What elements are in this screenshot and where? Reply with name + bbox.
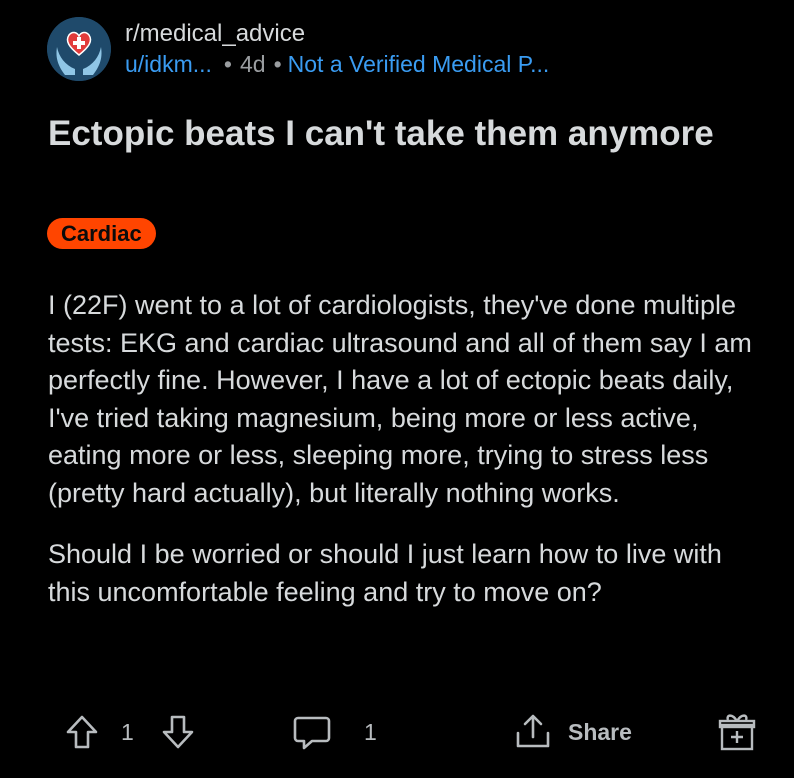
meta-separator: • — [273, 51, 282, 77]
hands-heart-icon — [47, 17, 111, 81]
downvote-button[interactable] — [158, 708, 198, 756]
share-button[interactable]: Share — [512, 708, 632, 756]
post-flair[interactable]: Cardiac — [47, 218, 156, 249]
post-header: r/medical_advice u/idkm... • 4d • Not a … — [47, 17, 549, 81]
user-flair: Not a Verified Medical P... — [287, 51, 550, 77]
post-card: r/medical_advice u/idkm... • 4d • Not a … — [0, 0, 794, 778]
subreddit-name[interactable]: r/medical_advice — [125, 19, 549, 49]
subreddit-avatar[interactable] — [47, 17, 111, 81]
vote-count: 1 — [121, 708, 134, 756]
post-title: Ectopic beats I can't take them anymore — [48, 114, 714, 153]
comment-button[interactable]: 1 — [290, 708, 377, 756]
arrow-down-icon — [158, 712, 198, 752]
post-meta: u/idkm... • 4d • Not a Verified Medical … — [125, 49, 549, 79]
award-button[interactable] — [716, 708, 758, 756]
post-age: 4d — [239, 51, 266, 77]
comment-bubble-icon — [290, 710, 334, 754]
upvote-button[interactable] — [62, 708, 102, 756]
share-icon — [512, 711, 554, 753]
body-paragraph: Should I be worried or should I just lea… — [48, 539, 722, 607]
gift-icon — [716, 711, 758, 753]
vote-count-label: 1 — [121, 718, 134, 745]
comment-count: 1 — [364, 718, 377, 745]
body-paragraph: I (22F) went to a lot of cardiologists, … — [48, 290, 752, 508]
arrow-up-icon — [62, 712, 102, 752]
meta-separator: • — [223, 51, 232, 77]
author-username[interactable]: u/idkm... — [125, 49, 212, 79]
action-bar: 1 1 Share — [0, 708, 794, 756]
post-body: I (22F) went to a lot of cardiologists, … — [48, 287, 768, 635]
share-label: Share — [568, 718, 632, 745]
